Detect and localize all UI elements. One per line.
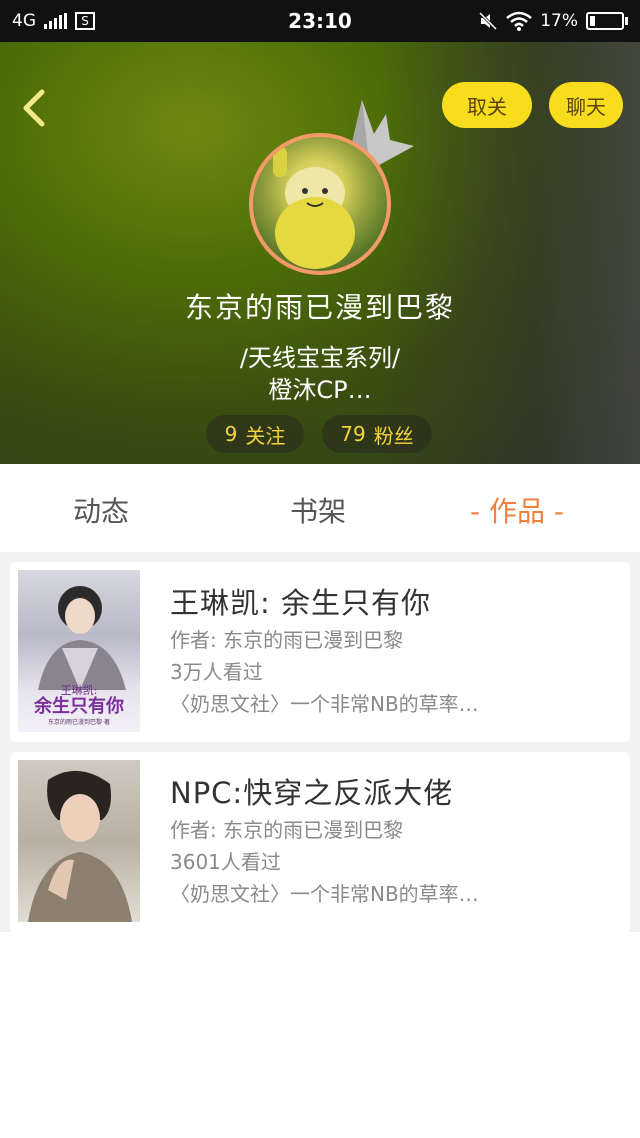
chat-button[interactable]: 聊天 <box>549 82 623 128</box>
book-title: 王琳凯: 余生只有你 <box>170 586 431 620</box>
svg-text:余生只有你: 余生只有你 <box>33 695 124 717</box>
book-cover-art <box>28 770 132 922</box>
book-cover: 王琳凯: 余生只有你 东京的雨已漫到巴黎·著 <box>18 570 140 732</box>
book-views: 3601人看过 <box>170 850 281 874</box>
status-left: 4G S <box>12 11 95 31</box>
tab-dynamic[interactable]: 动态 <box>73 490 129 530</box>
signal-icon <box>44 13 67 29</box>
book-author: 作者: 东京的雨已漫到巴黎 <box>170 818 404 842</box>
profile-bio-line2: 橙沐CP… <box>268 376 372 404</box>
following-stat[interactable]: 9 关注 <box>206 415 304 453</box>
profile-username: 东京的雨已漫到巴黎 <box>184 291 455 324</box>
battery-percent: 17% <box>540 11 578 31</box>
tab-shelf[interactable]: 书架 <box>290 490 346 530</box>
profile-header: 取关 聊天 东京的雨已漫到巴黎 /天线宝宝系列/ 橙沐CP… 9 关注 79 粉… <box>0 42 640 464</box>
book-title: NPC:快穿之反派大佬 <box>170 776 454 810</box>
status-right: 17% <box>478 11 628 31</box>
avatar[interactable] <box>249 133 391 275</box>
fans-count: 79 <box>340 422 366 446</box>
wifi-icon <box>506 11 533 31</box>
fans-stat[interactable]: 79 粉丝 <box>322 415 432 453</box>
status-bar: 4G S 23:10 17% <box>0 0 640 42</box>
profile-bio-line1: /天线宝宝系列/ <box>239 344 401 372</box>
mute-icon <box>479 11 498 31</box>
book-card[interactable]: 王琳凯: 余生只有你 东京的雨已漫到巴黎·著 王琳凯: 余生只有你 作者: 东京… <box>10 562 630 742</box>
book-description: 〈奶思文社〉一个非常NB的草率… <box>170 692 479 716</box>
svg-text:王琳凯:: 王琳凯: <box>61 683 98 697</box>
following-label: 关注 <box>245 423 286 448</box>
battery-icon <box>586 12 628 30</box>
fans-label: 粉丝 <box>373 423 414 448</box>
book-description: 〈奶思文社〉一个非常NB的草率… <box>170 882 479 906</box>
book-cover <box>18 760 140 922</box>
following-count: 9 <box>224 422 238 446</box>
profile-tabs: 动态 书架 - 作品 - <box>0 464 640 552</box>
tab-works[interactable]: - 作品 - <box>470 490 564 530</box>
svg-text:东京的雨已漫到巴黎·著: 东京的雨已漫到巴黎·著 <box>48 718 110 726</box>
book-author: 作者: 东京的雨已漫到巴黎 <box>170 628 404 652</box>
book-cover-art: 王琳凯: 余生只有你 东京的雨已漫到巴黎·著 <box>33 586 126 726</box>
sim-icon: S <box>75 12 95 30</box>
unfollow-button[interactable]: 取关 <box>442 82 532 128</box>
book-card[interactable]: NPC:快穿之反派大佬 作者: 东京的雨已漫到巴黎 3601人看过 〈奶思文社〉… <box>10 752 630 932</box>
avatar-image <box>273 147 355 269</box>
network-type: 4G <box>12 11 36 31</box>
book-views: 3万人看过 <box>170 660 263 684</box>
back-icon[interactable] <box>18 86 54 130</box>
